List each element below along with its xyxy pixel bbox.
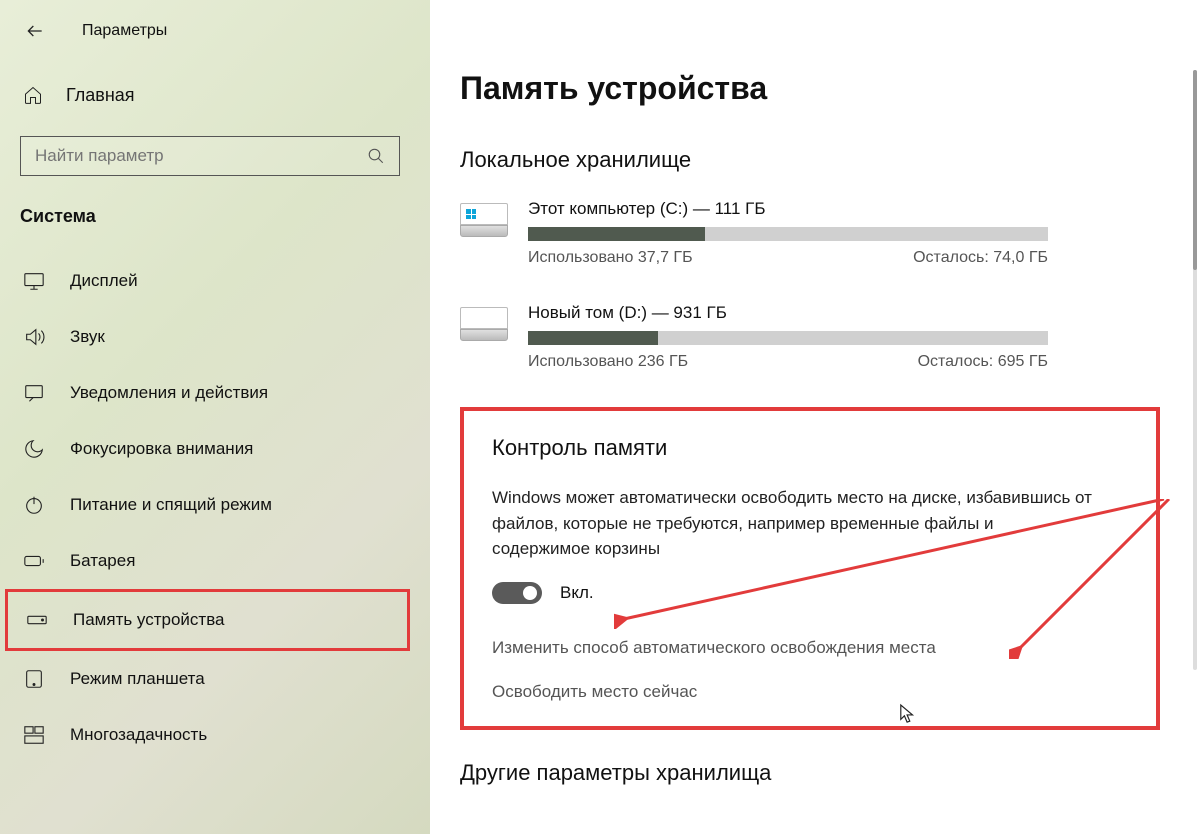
drive-c-remaining: Осталось: 74,0 ГБ	[913, 249, 1048, 267]
nav-display[interactable]: Дисплей	[20, 253, 410, 309]
home-button[interactable]: Главная	[20, 80, 410, 110]
drive-d[interactable]: Новый том (D:) — 931 ГБ Использовано 236…	[460, 303, 1160, 371]
home-label: Главная	[66, 85, 135, 106]
nav-label: Фокусировка внимания	[70, 439, 253, 459]
nav-power[interactable]: Питание и спящий режим	[20, 477, 410, 533]
back-button[interactable]	[20, 16, 50, 46]
arrow-left-icon	[25, 21, 45, 41]
nav-label: Звук	[70, 327, 105, 347]
nav-label: Уведомления и действия	[70, 383, 268, 403]
drive-d-label: Новый том (D:) — 931 ГБ	[528, 303, 1160, 323]
nav-focus[interactable]: Фокусировка внимания	[20, 421, 410, 477]
home-icon	[22, 84, 44, 106]
power-icon	[22, 493, 46, 517]
moon-icon	[22, 437, 46, 461]
change-auto-free-link[interactable]: Изменить способ автоматического освобожд…	[492, 638, 1128, 658]
search-input-container[interactable]	[20, 136, 400, 176]
toggle-label: Вкл.	[560, 583, 594, 603]
drive-c-progress	[528, 227, 1048, 241]
storage-sense-toggle[interactable]	[492, 582, 542, 604]
nav-battery[interactable]: Батарея	[20, 533, 410, 589]
page-title: Память устройства	[460, 70, 1160, 107]
nav-sound[interactable]: Звук	[20, 309, 410, 365]
window-title: Параметры	[82, 22, 167, 40]
search-input[interactable]	[35, 146, 355, 166]
drive-icon	[25, 608, 49, 632]
drive-d-used: Использовано 236 ГБ	[528, 353, 688, 371]
speaker-icon	[22, 325, 46, 349]
nav-label: Батарея	[70, 551, 135, 571]
storage-sense-description: Windows может автоматически освободить м…	[492, 485, 1092, 562]
section-title: Система	[20, 206, 410, 227]
multitask-icon	[22, 723, 46, 747]
nav-label: Память устройства	[73, 610, 225, 630]
other-storage-title: Другие параметры хранилища	[460, 760, 1160, 786]
nav-multitask[interactable]: Многозадачность	[20, 707, 410, 763]
drive-d-icon	[460, 307, 508, 347]
local-storage-title: Локальное хранилище	[460, 147, 1160, 173]
main-content: Память устройства Локальное хранилище Эт…	[430, 0, 1200, 834]
battery-icon	[22, 549, 46, 573]
message-icon	[22, 381, 46, 405]
storage-sense-title: Контроль памяти	[492, 435, 1128, 461]
drive-c[interactable]: Этот компьютер (C:) — 111 ГБ Использован…	[460, 199, 1160, 267]
monitor-icon	[22, 269, 46, 293]
drive-c-icon	[460, 203, 508, 243]
cursor-icon	[899, 703, 917, 725]
scrollbar[interactable]	[1193, 70, 1197, 670]
tablet-icon	[22, 667, 46, 691]
nav-label: Многозадачность	[70, 725, 207, 745]
storage-sense-section: Контроль памяти Windows может автоматиче…	[460, 407, 1160, 730]
sidebar: Параметры Главная Система Дисплей Звук У…	[0, 0, 430, 834]
nav-storage[interactable]: Память устройства	[5, 589, 410, 651]
drive-c-used: Использовано 37,7 ГБ	[528, 249, 693, 267]
nav-notifications[interactable]: Уведомления и действия	[20, 365, 410, 421]
drive-d-remaining: Осталось: 695 ГБ	[918, 353, 1048, 371]
free-now-link[interactable]: Освободить место сейчас	[492, 682, 1128, 702]
nav-tablet[interactable]: Режим планшета	[20, 651, 410, 707]
nav-label: Питание и спящий режим	[70, 495, 272, 515]
nav-label: Режим планшета	[70, 669, 205, 689]
nav-label: Дисплей	[70, 271, 138, 291]
search-icon	[367, 147, 385, 165]
drive-c-label: Этот компьютер (C:) — 111 ГБ	[528, 199, 1160, 219]
drive-d-progress	[528, 331, 1048, 345]
